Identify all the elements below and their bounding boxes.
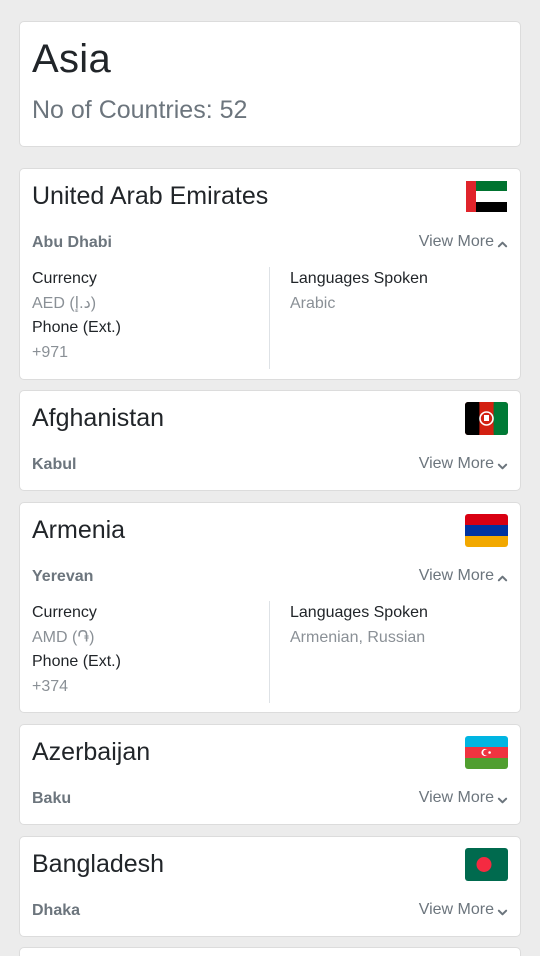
country-capital: Kabul <box>32 456 77 473</box>
country-capital: Dhaka <box>32 902 81 919</box>
country-card: Azerbaijan Baku View More <box>19 724 521 825</box>
country-name: United Arab Emirates <box>32 182 269 210</box>
country-details: Currency AMD (֏) Phone (Ext.) +374 Langu… <box>32 601 508 703</box>
view-more-label: View More <box>418 567 494 584</box>
country-name: Afghanistan <box>32 404 165 432</box>
country-capital: Abu Dhabi <box>32 234 112 251</box>
country-list-page: Asia No of Countries: 52 United Arab Emi… <box>0 0 540 956</box>
flag-azerbaijan-icon <box>465 736 508 769</box>
flag-bangladesh-icon <box>465 848 508 881</box>
view-more-label: View More <box>418 455 494 472</box>
country-card: Armenia Yerevan View More Currency AMD (… <box>19 502 521 713</box>
country-name: Armenia <box>32 516 126 544</box>
chevron-down-icon <box>497 793 508 804</box>
view-more-label: View More <box>418 901 494 918</box>
country-card-partial <box>19 947 521 956</box>
country-card: Bangladesh Dhaka View More <box>19 836 521 937</box>
country-card: Afghanistan Kabul View More <box>19 390 521 491</box>
region-title: Asia <box>32 37 112 81</box>
languages-value: Armenian, Russian <box>290 629 426 646</box>
phone-label: Phone (Ext.) <box>32 319 121 336</box>
country-details: Currency AED (د.إ) Phone (Ext.) +971 Lan… <box>32 267 508 369</box>
country-capital: Baku <box>32 790 72 807</box>
details-left-column: Currency AMD (֏) Phone (Ext.) +374 <box>32 601 270 703</box>
details-right-column: Languages Spoken Arabic <box>270 267 428 369</box>
phone-value: +971 <box>32 344 69 361</box>
chevron-up-icon <box>497 237 508 248</box>
phone-value: +374 <box>32 678 69 695</box>
country-name: Bangladesh <box>32 850 165 878</box>
languages-value: Arabic <box>290 295 336 312</box>
languages-label: Languages Spoken <box>290 604 428 621</box>
details-left-column: Currency AED (د.إ) Phone (Ext.) +971 <box>32 267 270 369</box>
view-more-toggle[interactable]: View More <box>419 901 508 919</box>
view-more-toggle[interactable]: View More <box>419 789 508 807</box>
chevron-up-icon <box>497 571 508 582</box>
languages-label: Languages Spoken <box>290 270 428 287</box>
currency-value: AED (د.إ) <box>32 295 97 312</box>
view-more-label: View More <box>418 233 494 250</box>
view-more-toggle[interactable]: View More <box>419 233 508 251</box>
country-name: Azerbaijan <box>32 738 151 766</box>
currency-label: Currency <box>32 270 97 287</box>
currency-value: AMD (֏) <box>32 629 95 646</box>
region-header-card: Asia No of Countries: 52 <box>19 21 521 147</box>
flag-uae-icon <box>465 180 508 213</box>
currency-label: Currency <box>32 604 97 621</box>
country-count: No of Countries: 52 <box>32 96 248 124</box>
country-card: United Arab Emirates Abu Dhabi View More… <box>19 168 521 380</box>
view-more-toggle[interactable]: View More <box>419 455 508 473</box>
chevron-down-icon <box>497 905 508 916</box>
view-more-label: View More <box>418 789 494 806</box>
flag-afghanistan-icon <box>465 402 508 435</box>
view-more-toggle[interactable]: View More <box>419 567 508 585</box>
details-right-column: Languages Spoken Armenian, Russian <box>270 601 428 703</box>
chevron-down-icon <box>497 459 508 470</box>
country-capital: Yerevan <box>32 568 94 585</box>
phone-label: Phone (Ext.) <box>32 653 121 670</box>
flag-armenia-icon <box>465 514 508 547</box>
